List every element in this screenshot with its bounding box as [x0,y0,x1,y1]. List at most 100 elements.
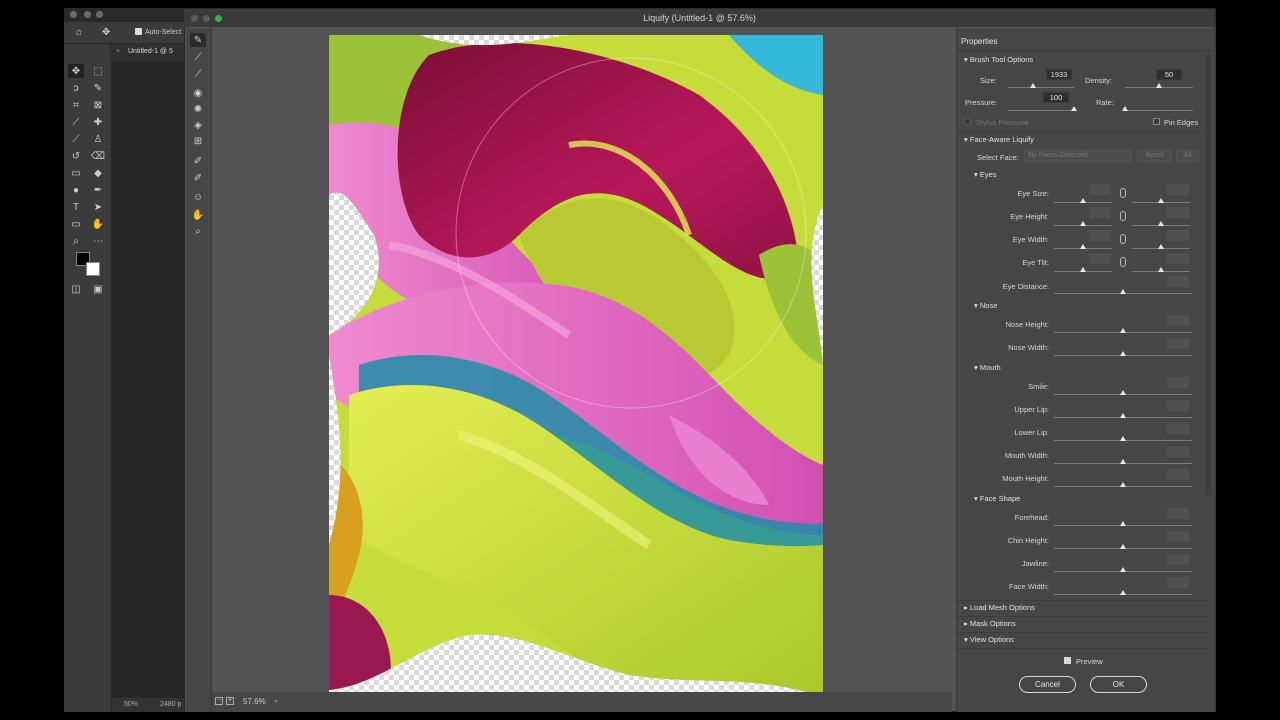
bloat-tool-icon[interactable]: ◈ [190,118,206,132]
frame-tool-icon[interactable]: ⊠ [90,98,106,112]
mask-options-toggle[interactable]: ▸ Mask Options [964,619,1016,628]
history-brush-tool-icon[interactable]: ↺ [68,149,84,163]
cancel-button[interactable]: Cancel [1019,676,1076,693]
face-aware-liquify-title: Face-Aware Liquify [969,135,1034,144]
dodge-tool-icon[interactable]: ● [68,183,84,197]
hand-tool-icon[interactable]: ✋ [90,217,106,231]
eyedropper-tool-icon[interactable]: ⟋ [68,115,84,129]
select-face-dropdown[interactable]: No Faces Detected [1024,150,1132,162]
screen-mode-icon[interactable]: ▣ [90,282,106,296]
zoom-level[interactable]: 57.6% [243,697,266,706]
eyes-toggle[interactable]: ▾ Eyes [974,170,997,179]
density-field[interactable]: 50 [1156,69,1182,80]
rate-slider-thumb[interactable] [1122,106,1128,111]
type-tool-icon[interactable]: T [68,200,84,214]
ok-button[interactable]: OK [1090,676,1147,693]
minimize-window-icon[interactable] [84,11,91,18]
push-left-tool-icon[interactable]: ⊞ [190,134,206,148]
all-button[interactable]: All [1176,150,1199,162]
density-slider-thumb[interactable] [1156,83,1162,88]
properties-scrollbar[interactable] [1206,54,1211,494]
pen-tool-icon[interactable]: ✒ [90,183,106,197]
face-width-label: Face Width: [1008,582,1049,591]
upper-lip-thumb [1120,413,1126,418]
dialog-zoom-icon[interactable] [215,15,222,22]
size-slider-track[interactable] [1008,87,1074,88]
dialog-close-icon[interactable] [191,15,198,22]
thaw-mask-tool-icon[interactable]: ✐ [190,171,206,185]
mouth-toggle[interactable]: ▾ Mouth [974,363,1001,372]
nose-width-label: Nose Width: [1008,343,1049,352]
face-aware-liquify-toggle[interactable]: ▾ Face-Aware Liquify [964,135,1034,144]
preview-checkbox[interactable] [1064,657,1071,664]
move-tool-icon[interactable]: ✥ [68,64,84,78]
move-tool-icon[interactable]: ✥ [102,27,110,38]
eye-tilt-left-thumb [1080,267,1086,272]
marquee-tool-icon[interactable]: ⬚ [90,64,106,78]
zoom-tool-icon[interactable]: ⌕ [68,234,84,248]
pressure-slider-track[interactable] [1008,110,1074,111]
liquify-preview-image[interactable] [329,35,823,693]
zoom-in-button[interactable]: + [226,697,234,705]
auto-select-checkbox[interactable] [135,28,142,35]
size-slider-thumb[interactable] [1030,83,1037,88]
healing-brush-tool-icon[interactable]: ✚ [90,115,106,129]
properties-panel: Properties ▾ Brush Tool Options Size: 19… [956,28,1216,712]
crop-tool-icon[interactable]: ⌗ [68,98,84,112]
rectangle-tool-icon[interactable]: ▭ [68,217,84,231]
zoom-out-button[interactable]: − [215,697,223,705]
freeze-mask-tool-icon[interactable]: ✐ [190,154,206,168]
stamp-tool-icon[interactable]: ♙ [90,132,106,146]
link-icon[interactable] [1120,211,1126,221]
link-icon[interactable] [1120,234,1126,244]
link-icon[interactable] [1120,188,1126,198]
reset-button[interactable]: Reset [1137,150,1172,162]
eye-height-right-field [1167,207,1189,218]
stylus-pressure-checkbox[interactable] [964,118,971,125]
background-color-swatch[interactable] [86,262,100,276]
quick-select-tool-icon[interactable]: ✎ [90,81,106,95]
more-tools-icon[interactable]: ⋯ [90,234,106,248]
hand-tool-icon[interactable]: ✋ [190,208,206,222]
chin-height-field [1167,531,1189,542]
status-bar: 50% 2480 p [112,698,192,712]
pressure-slider-thumb[interactable] [1071,106,1077,111]
close-tab-icon[interactable]: × [116,48,120,55]
smooth-tool-icon[interactable]: ⟋ [190,67,206,81]
face-width-thumb [1120,590,1126,595]
twirl-tool-icon[interactable]: ◉ [190,86,206,100]
blur-tool-icon[interactable]: ◆ [90,166,106,180]
forehead-label: Forehead: [1014,513,1049,522]
jawline-field [1167,554,1189,565]
reconstruct-tool-icon[interactable]: ⟋ [190,50,206,64]
size-field[interactable]: 1933 [1046,69,1072,80]
zoom-tool-icon[interactable]: ⌕ [190,224,206,238]
mouth-height-thumb [1120,482,1126,487]
brush-tool-icon[interactable]: ⟋ [68,132,84,146]
eye-tilt-left-field [1089,253,1111,264]
eraser-tool-icon[interactable]: ⌫ [90,149,106,163]
dialog-minimize-icon[interactable] [203,15,210,22]
zoom-window-icon[interactable] [96,11,103,18]
quick-mask-icon[interactable]: ◫ [68,282,84,296]
nose-toggle[interactable]: ▾ Nose [974,301,997,310]
chevron-down-icon[interactable]: ⌄ [273,696,279,704]
lower-lip-label: Lower Lip: [1014,428,1049,437]
gradient-tool-icon[interactable]: ▭ [68,166,84,180]
load-mesh-options-toggle[interactable]: ▸ Load Mesh Options [964,603,1035,612]
rate-slider-track[interactable] [1125,110,1193,111]
link-icon[interactable] [1120,257,1126,267]
face-shape-toggle[interactable]: ▾ Face Shape [974,494,1020,503]
lasso-tool-icon[interactable]: ↄ [68,81,84,95]
pressure-field[interactable]: 100 [1043,92,1069,103]
pin-edges-checkbox[interactable] [1153,118,1160,125]
close-window-icon[interactable] [70,11,77,18]
eye-height-left-thumb [1080,221,1086,226]
home-icon[interactable]: ⌂ [76,27,82,38]
pucker-tool-icon[interactable]: ✺ [190,102,206,116]
view-options-toggle[interactable]: ▾ View Options [964,635,1014,644]
forward-warp-tool-icon[interactable]: ✎ [190,33,206,47]
brush-tool-options-toggle[interactable]: ▾ Brush Tool Options [964,55,1033,64]
path-select-tool-icon[interactable]: ➤ [90,200,106,214]
face-tool-icon[interactable]: ☺ [190,190,206,204]
